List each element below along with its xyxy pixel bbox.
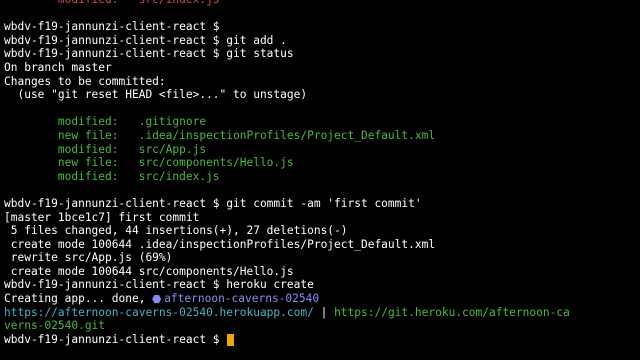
terminal-line: 5 files changed, 44 insertions(+), 27 de… xyxy=(4,224,640,238)
terminal-text: Creating app... done, xyxy=(4,292,153,306)
terminal-line: Creating app... done, afternoon-caverns-… xyxy=(4,292,640,306)
terminal-text: wbdv-f19-jannunzi-client-react $ xyxy=(4,332,227,346)
terminal-text: wbdv-f19-jannunzi-client-react $ git com… xyxy=(4,196,422,210)
terminal-output: modified: src/index.js wbdv-f19-jannunzi-… xyxy=(4,0,640,346)
terminal-line: https://afternoon-caverns-02540.herokuap… xyxy=(4,306,640,320)
terminal-text[interactable]: https://afternoon-caverns-02540.herokuap… xyxy=(4,306,314,319)
terminal-line: wbdv-f19-jannunzi-client-react $ xyxy=(4,333,640,347)
terminal-line: modified: src/index.js xyxy=(4,0,640,7)
terminal-text: | xyxy=(313,305,335,319)
terminal-text: wbdv-f19-jannunzi-client-react $ heroku … xyxy=(4,278,314,292)
terminal-text: new file: .idea/inspectionProfiles/Proje… xyxy=(4,128,436,142)
terminal-line: wbdv-f19-jannunzi-client-react $ git add… xyxy=(4,34,640,48)
terminal-line: modified: src/index.js xyxy=(4,170,640,184)
heroku-hexagon-icon xyxy=(152,295,162,304)
terminal-text: wbdv-f19-jannunzi-client-react $ git add… xyxy=(4,33,287,47)
terminal-text: wbdv-f19-jannunzi-client-react $ xyxy=(4,20,220,34)
terminal-line: create mode 100644 .idea/inspectionProfi… xyxy=(4,238,640,252)
terminal-line: [master 1bce1c7] first commit xyxy=(4,211,640,225)
terminal-line: create mode 100644 src/components/Hello.… xyxy=(4,265,640,279)
terminal-text: wbdv-f19-jannunzi-client-react $ git sta… xyxy=(4,47,294,61)
terminal-line: new file: .idea/inspectionProfiles/Proje… xyxy=(4,129,640,143)
terminal-line: modified: src/App.js xyxy=(4,143,640,157)
terminal-text: modified: .gitignore xyxy=(4,115,207,129)
terminal-line: rewrite src/App.js (69%) xyxy=(4,251,640,265)
terminal-text: (use "git reset HEAD <file>..." to unsta… xyxy=(4,88,308,102)
terminal-line: (use "git reset HEAD <file>..." to unsta… xyxy=(4,88,640,102)
terminal-text: modified: src/App.js xyxy=(4,142,207,156)
terminal-line: new file: src/components/Hello.js xyxy=(4,156,640,170)
terminal-line: wbdv-f19-jannunzi-client-react $ xyxy=(4,20,640,34)
terminal-text: rewrite src/App.js (69%) xyxy=(4,251,173,265)
terminal-line: modified: .gitignore xyxy=(4,115,640,129)
terminal-text: On branch master xyxy=(4,60,112,74)
terminal-text: new file: src/components/Hello.js xyxy=(4,156,294,170)
terminal-text: [master 1bce1c7] first commit xyxy=(4,210,200,224)
terminal-text: create mode 100644 .idea/inspectionProfi… xyxy=(4,237,436,251)
terminal-line: wbdv-f19-jannunzi-client-react $ git com… xyxy=(4,197,640,211)
cursor-block[interactable] xyxy=(227,333,235,346)
terminal-line: wbdv-f19-jannunzi-client-react $ heroku … xyxy=(4,278,640,292)
terminal-text: 5 files changed, 44 insertions(+), 27 de… xyxy=(4,224,348,238)
terminal-text: modified: src/index.js xyxy=(4,0,220,6)
terminal-text: verns-02540.git xyxy=(4,319,106,333)
terminal-text: modified: src/index.js xyxy=(4,169,220,183)
terminal-window[interactable]: modified: src/index.js wbdv-f19-jannunzi-… xyxy=(0,0,640,360)
terminal-text[interactable]: https://git.heroku.com/afternoon-ca xyxy=(334,306,570,319)
terminal-text: create mode 100644 src/components/Hello.… xyxy=(4,264,294,278)
terminal-text: Changes to be committed: xyxy=(4,74,166,88)
terminal-line: wbdv-f19-jannunzi-client-react $ git sta… xyxy=(4,47,640,61)
terminal-text: afternoon-caverns-02540 xyxy=(164,292,320,306)
terminal-line: Changes to be committed: xyxy=(4,75,640,89)
terminal-line: On branch master xyxy=(4,61,640,75)
terminal-line: verns-02540.git xyxy=(4,319,640,333)
